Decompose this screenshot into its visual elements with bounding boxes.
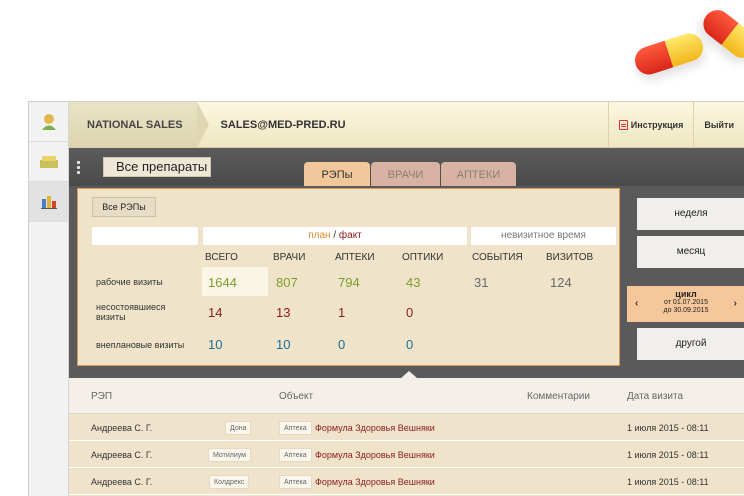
stat-value[interactable]: 10 <box>208 337 222 352</box>
col-optics: ОПТИКИ <box>402 252 444 263</box>
user-icon <box>41 113 56 130</box>
bar-chart-icon <box>40 195 57 209</box>
sidebar-item-stats[interactable] <box>29 182 68 222</box>
table-row[interactable]: Андреева С. Г. Колдрекс Аптека Формула З… <box>69 468 744 495</box>
tab-doctors[interactable]: ВРАЧИ <box>371 162 440 188</box>
row-label-unplanned-visits: внеплановые визиты <box>96 340 185 350</box>
tab-reps[interactable]: РЭПы <box>304 162 370 188</box>
row-object[interactable]: Формула Здоровья Вешняки <box>315 477 435 487</box>
plan-fact-header: план / факт <box>203 227 467 245</box>
period-selector: неделя месяц ‹ цикл от 01.07.2015 до 30.… <box>620 186 744 378</box>
period-week-button[interactable]: неделя <box>637 198 744 230</box>
chevron-left-icon[interactable]: ‹ <box>635 298 638 309</box>
object-type-tag: Аптека <box>279 448 312 462</box>
stat-value[interactable]: 10 <box>276 337 290 352</box>
stat-value[interactable]: 1 <box>338 305 345 320</box>
header-blank <box>92 227 198 245</box>
table-row[interactable]: Андреева С. Г. Мотилиум Аптека Формула З… <box>69 441 744 468</box>
ruler-icon <box>39 155 58 168</box>
object-type-tag: Аптека <box>279 475 312 489</box>
user-email: SALES@MED-PRED.RU <box>220 118 346 131</box>
stat-value[interactable]: 794 <box>338 275 360 290</box>
reps-filter-button[interactable]: Все РЭПы <box>92 197 156 217</box>
caret-indicator <box>401 371 417 378</box>
col-header-object[interactable]: Объект <box>279 391 313 402</box>
instructions-link[interactable]: Инструкция <box>607 102 694 147</box>
cycle-title: цикл <box>675 289 697 299</box>
drug-tag: Колдрекс <box>209 475 250 489</box>
stat-value[interactable]: 13 <box>276 305 290 320</box>
stats-panel: Все РЭПы план / факт невизитное время ВС… <box>69 186 744 378</box>
instructions-label: Инструкция <box>630 119 684 130</box>
row-rep: Андреева С. Г. <box>91 477 153 487</box>
menu-dots-icon[interactable] <box>77 161 81 174</box>
col-total: ВСЕГО <box>205 252 238 263</box>
row-object[interactable]: Формула Здоровья Вешняки <box>315 423 435 433</box>
stat-value[interactable]: 124 <box>550 275 572 290</box>
row-rep: Андреева С. Г. <box>91 450 153 460</box>
drug-tag: Дона <box>225 421 252 435</box>
cycle-to: до 30.09.2015 <box>663 307 709 314</box>
row-date: 1 июля 2015 - 08:11 <box>627 477 709 487</box>
period-other-button[interactable]: другой <box>637 328 744 360</box>
logout-link[interactable]: Выйти <box>693 102 744 147</box>
row-label-work-visits: рабочие визиты <box>96 277 163 287</box>
row-date: 1 июля 2015 - 08:11 <box>627 423 709 433</box>
tab-pharmacies[interactable]: АПТЕКИ <box>441 162 516 188</box>
breadcrumb[interactable]: NATIONAL SALES <box>69 102 209 148</box>
col-visits: ВИЗИТОВ <box>546 252 594 263</box>
col-events: СОБЫТИЯ <box>472 252 523 263</box>
top-bar: NATIONAL SALES SALES@MED-PRED.RU Инструк… <box>69 102 744 148</box>
stat-value[interactable]: 0 <box>338 337 345 352</box>
pill-decoration <box>631 29 707 79</box>
fact-label: факт <box>338 230 362 241</box>
stat-value[interactable]: 807 <box>276 275 298 290</box>
col-header-date[interactable]: Дата визита <box>627 391 683 402</box>
drug-filter-button[interactable]: Все препараты <box>103 157 211 177</box>
period-cycle-button[interactable]: ‹ цикл от 01.07.2015 до 30.09.2015 › <box>627 286 744 322</box>
cycle-from: от 01.07.2015 <box>664 299 708 306</box>
stats-box: Все РЭПы план / факт невизитное время ВС… <box>77 188 620 366</box>
plan-fact-separator: / <box>330 230 339 241</box>
sidebar-item-profile[interactable] <box>29 102 68 142</box>
stat-value[interactable]: 14 <box>208 305 222 320</box>
table-row[interactable]: Андреева С. Г. Дона Аптека Формула Здоро… <box>69 414 744 441</box>
row-object[interactable]: Формула Здоровья Вешняки <box>315 450 435 460</box>
app-window: NATIONAL SALES SALES@MED-PRED.RU Инструк… <box>28 101 744 496</box>
row-rep: Андреева С. Г. <box>91 423 153 433</box>
row-date: 1 июля 2015 - 08:11 <box>627 450 709 460</box>
sidebar-item-ruler[interactable] <box>29 142 68 182</box>
col-header-comments[interactable]: Комментарии <box>527 391 590 402</box>
col-pharmacies: АПТЕКИ <box>335 252 375 263</box>
visits-table: РЭП Объект Комментарии Дата визита Андре… <box>69 371 744 496</box>
chevron-right-icon[interactable]: › <box>734 298 737 309</box>
object-type-tag: Аптека <box>279 421 312 435</box>
stat-value[interactable]: 43 <box>406 275 420 290</box>
col-header-rep[interactable]: РЭП <box>91 391 112 402</box>
sidebar <box>29 102 69 496</box>
stat-value[interactable]: 0 <box>406 305 413 320</box>
stat-value[interactable]: 1644 <box>208 275 237 290</box>
drug-tag: Мотилиум <box>208 448 251 462</box>
filter-band: Все препараты РЭПы ВРАЧИ АПТЕКИ <box>69 148 744 188</box>
col-doctors: ВРАЧИ <box>273 252 306 263</box>
row-label-missed-visits: несостоявшиеся визиты <box>96 302 166 322</box>
nonvisit-header: невизитное время <box>471 227 616 245</box>
stat-value[interactable]: 0 <box>406 337 413 352</box>
plan-label: план <box>308 230 331 241</box>
table-header: РЭП Объект Комментарии Дата визита <box>69 371 744 414</box>
period-month-button[interactable]: месяц <box>637 236 744 268</box>
stat-value[interactable]: 31 <box>474 275 488 290</box>
pdf-icon <box>618 119 628 130</box>
